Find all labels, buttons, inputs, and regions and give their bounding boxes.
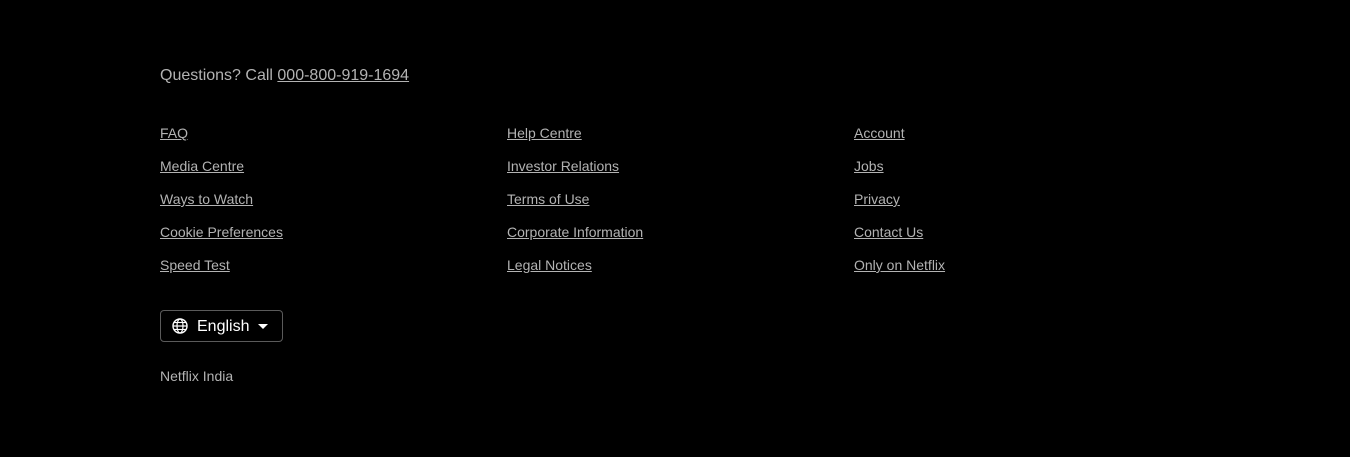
link-investor-relations[interactable]: Investor Relations [507, 156, 619, 176]
link-account[interactable]: Account [854, 123, 905, 143]
contact-prefix: Questions? Call [160, 67, 278, 84]
link-privacy[interactable]: Privacy [854, 189, 900, 209]
link-speed-test[interactable]: Speed Test [160, 255, 230, 275]
phone-link[interactable]: 000-800-919-1694 [277, 67, 409, 84]
contact-line: Questions? Call 000-800-919-1694 [160, 66, 409, 86]
language-select[interactable]: English [160, 310, 283, 342]
link-terms-of-use[interactable]: Terms of Use [507, 189, 589, 209]
link-ways-to-watch[interactable]: Ways to Watch [160, 189, 253, 209]
globe-icon [172, 318, 188, 334]
link-jobs[interactable]: Jobs [854, 156, 884, 176]
link-corporate-information[interactable]: Corporate Information [507, 222, 643, 242]
link-help-centre[interactable]: Help Centre [507, 123, 582, 143]
link-cookie-preferences[interactable]: Cookie Preferences [160, 222, 283, 242]
country-label: Netflix India [160, 368, 234, 384]
language-label: English [197, 318, 250, 335]
link-contact-us[interactable]: Contact Us [854, 222, 923, 242]
link-only-on-netflix[interactable]: Only on Netflix [854, 255, 945, 275]
chevron-down-icon [258, 324, 268, 329]
link-faq[interactable]: FAQ [160, 123, 188, 143]
footer-links: FAQ Help Centre Account Media Centre Investo… [160, 123, 1200, 275]
link-media-centre[interactable]: Media Centre [160, 156, 244, 176]
link-legal-notices[interactable]: Legal Notices [507, 255, 592, 275]
